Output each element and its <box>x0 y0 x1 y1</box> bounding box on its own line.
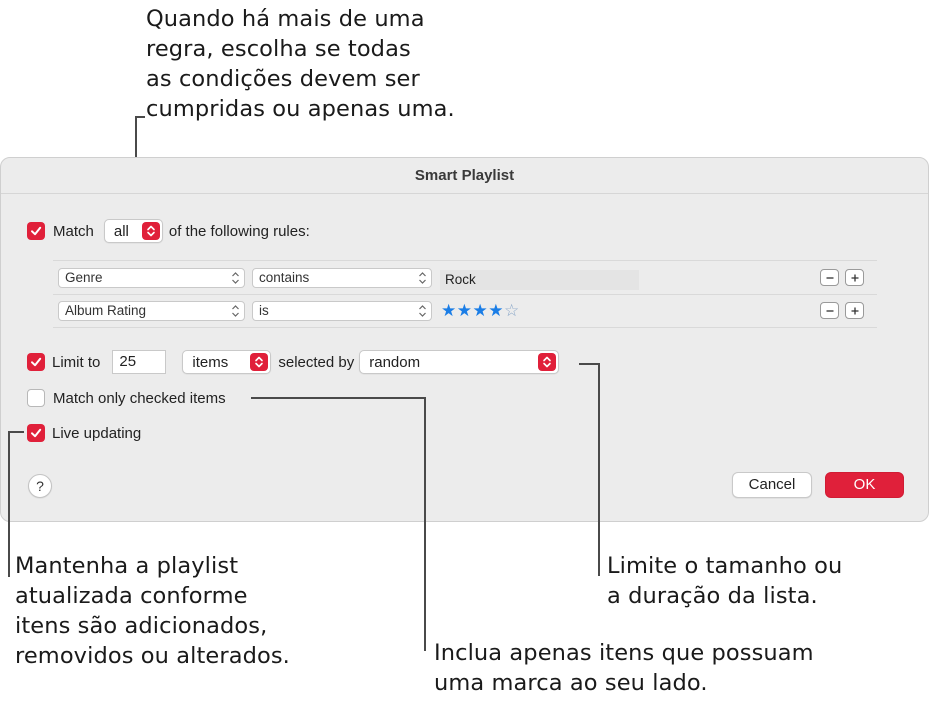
callout-live-updating: Mantenha a playlist atualizada conforme … <box>15 551 290 671</box>
chevron-updown-icon <box>141 222 160 240</box>
rule-2-add-button[interactable] <box>845 302 864 319</box>
callout-match-rules: Quando há mais de uma regra, escolha se … <box>146 4 455 124</box>
rule-1-field-select[interactable]: Genre <box>58 268 245 288</box>
minus-icon <box>826 276 833 279</box>
rule-1-value-field[interactable]: Rock <box>440 270 639 290</box>
rule-1-operator-select[interactable]: contains <box>252 268 432 288</box>
leader-line-limit <box>579 363 599 365</box>
match-suffix-label: of the following rules: <box>168 222 310 240</box>
leader-line-limit-drop <box>598 363 600 576</box>
match-label: Match <box>53 222 94 240</box>
callout-line: Mantenha a playlist <box>15 553 239 579</box>
chevron-updown-icon <box>232 305 239 317</box>
callout-match-checked: Inclua apenas itens que possuam uma marc… <box>434 638 814 698</box>
selected-by-label: selected by <box>278 353 355 371</box>
match-checked-label: Match only checked items <box>53 389 226 407</box>
ok-button[interactable]: OK <box>825 472 904 498</box>
rule-1-operator-value: contains <box>259 270 310 285</box>
match-row: Match all of the following rules: <box>27 219 310 243</box>
leader-line-match-tick <box>135 116 145 118</box>
rule-divider <box>53 294 877 295</box>
limit-unit-value: items <box>192 353 229 371</box>
callout-line: uma marca ao seu lado. <box>434 670 708 696</box>
callout-line: atualizada conforme <box>15 583 248 609</box>
checkmark-icon <box>31 428 42 438</box>
rule-2-operator-value: is <box>259 303 269 318</box>
match-mode-value: all <box>113 222 129 240</box>
limit-unit-popup[interactable]: items <box>182 350 272 374</box>
selected-by-popup[interactable]: random <box>359 350 560 374</box>
chevron-updown-icon <box>538 353 557 371</box>
rule-2-field-value: Album Rating <box>65 303 147 318</box>
callout-limit: Limite o tamanho ou a duração da lista. <box>607 551 842 611</box>
callout-line: a duração da lista. <box>607 583 818 609</box>
live-updating-row: Live updating <box>27 424 141 442</box>
callout-line: cumpridas ou apenas uma. <box>146 96 455 122</box>
checkmark-icon <box>31 357 42 367</box>
match-checked-row: Match only checked items <box>27 389 226 407</box>
chevron-updown-icon <box>419 272 426 284</box>
leader-line-live-updating-tick <box>8 431 24 433</box>
match-mode-popup[interactable]: all <box>103 219 163 243</box>
callout-line: Limite o tamanho ou <box>607 553 843 579</box>
live-updating-checkbox[interactable] <box>27 424 45 442</box>
callout-line: regra, escolha se todas <box>146 36 411 62</box>
live-updating-label: Live updating <box>52 424 142 442</box>
rule-2-star-rating[interactable]: ★★★★☆ <box>441 301 520 321</box>
callout-line: itens são adicionados, <box>15 613 268 639</box>
rule-1-add-button[interactable] <box>845 269 864 286</box>
leader-line-live-updating <box>8 431 10 577</box>
chevron-updown-icon <box>232 272 239 284</box>
rule-2-remove-button[interactable] <box>820 302 839 319</box>
rule-1-field-value: Genre <box>65 270 103 285</box>
limit-count-field[interactable]: 25 <box>112 350 167 374</box>
selected-by-value: random <box>369 353 421 371</box>
smart-playlist-dialog: Smart Playlist Match all of the followin… <box>0 157 929 522</box>
limit-checkbox[interactable] <box>27 353 45 371</box>
dialog-titlebar: Smart Playlist <box>1 158 928 194</box>
plus-icon <box>851 307 858 314</box>
chevron-updown-icon <box>419 305 426 317</box>
callout-line: Inclua apenas itens que possuam <box>434 640 814 666</box>
checkmark-icon <box>31 226 42 236</box>
help-button[interactable]: ? <box>28 474 52 498</box>
leader-line-match-checked-drop <box>424 397 426 651</box>
leader-line-match-checked <box>251 397 424 399</box>
star-empty-icon: ☆ <box>503 301 520 321</box>
rule-2-operator-select[interactable]: is <box>252 301 432 321</box>
match-checked-checkbox[interactable] <box>27 389 45 407</box>
cancel-button[interactable]: Cancel <box>732 472 812 498</box>
rule-1-remove-button[interactable] <box>820 269 839 286</box>
rule-2-field-select[interactable]: Album Rating <box>58 301 245 321</box>
limit-label: Limit to <box>52 353 101 371</box>
star-filled-icons: ★★★★ <box>441 301 504 321</box>
match-checkbox[interactable] <box>27 222 45 240</box>
plus-icon <box>851 274 858 281</box>
chevron-updown-icon <box>250 353 269 371</box>
callout-line: as condições devem ser <box>146 66 420 92</box>
dialog-title: Smart Playlist <box>414 167 515 184</box>
callout-line: removidos ou alterados. <box>15 643 290 669</box>
callout-line: Quando há mais de uma <box>146 6 425 32</box>
limit-row: Limit to 25 items selected by random <box>27 350 560 374</box>
rules-list: Genre contains Rock Album Rating is ★★★★… <box>53 260 877 328</box>
minus-icon <box>826 309 833 312</box>
